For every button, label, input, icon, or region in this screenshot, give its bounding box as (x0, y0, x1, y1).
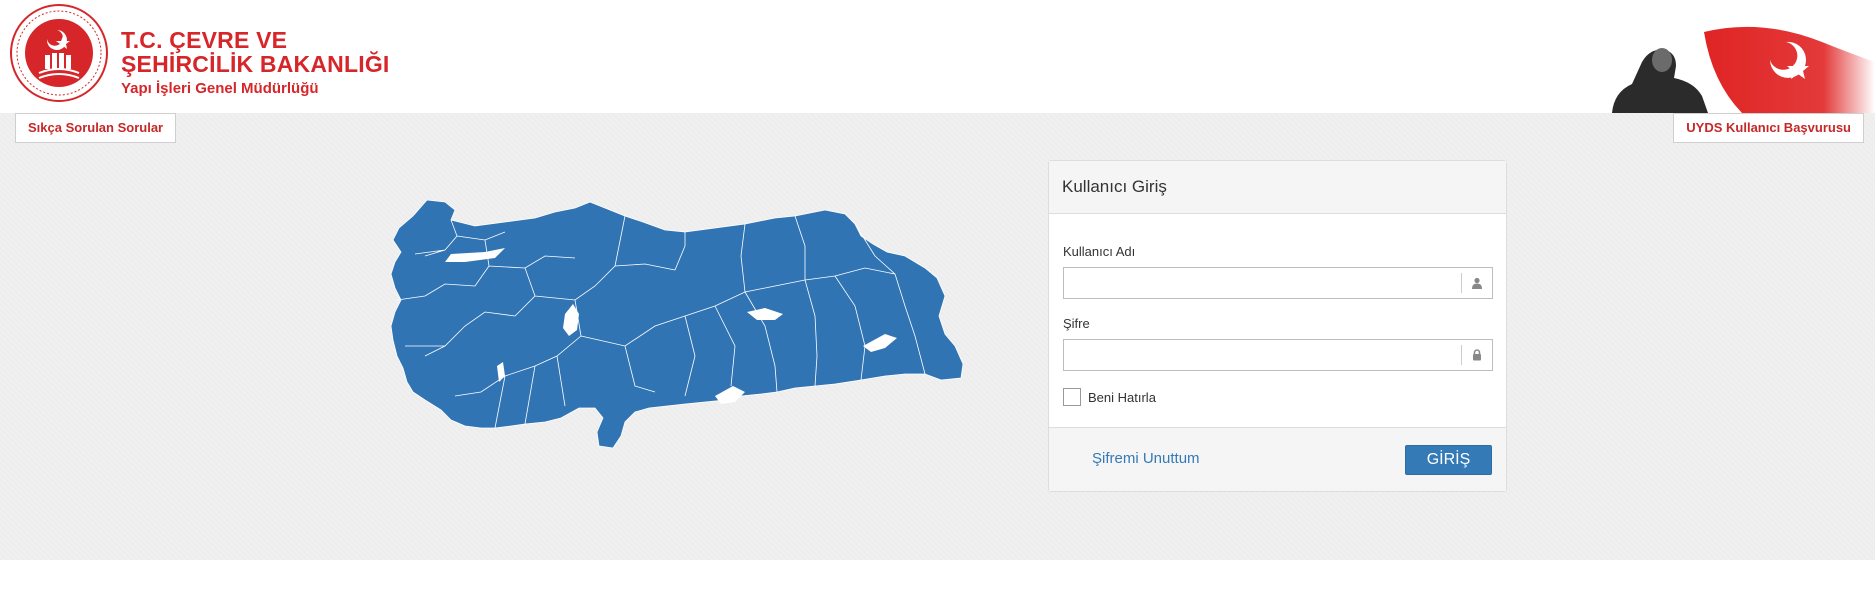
user-icon (1461, 273, 1492, 293)
remember-me[interactable]: Beni Hatırla (1063, 388, 1156, 406)
login-panel-title: Kullanıcı Giriş (1049, 161, 1506, 214)
remember-me-label: Beni Hatırla (1088, 389, 1156, 405)
login-button[interactable]: GİRİŞ (1405, 445, 1492, 475)
ministry-name-line1: T.C. ÇEVRE VE (121, 27, 288, 53)
username-input-group (1063, 267, 1493, 299)
login-panel: Kullanıcı Giriş Kullanıcı Adı Şifre Beni… (1048, 160, 1507, 492)
login-panel-footer: Şifremi Unuttum GİRİŞ (1049, 427, 1506, 491)
password-input[interactable] (1064, 340, 1462, 370)
flag-portrait-image (1612, 26, 1875, 113)
site-header: T.C. ÇEVRE VE ŞEHİRCİLİK BAKANLIĞI Yapı … (0, 0, 1875, 113)
faq-button[interactable]: Sıkça Sorulan Sorular (15, 113, 177, 143)
login-form: Kullanıcı Adı Şifre Beni Hatırla (1049, 214, 1506, 428)
username-label: Kullanıcı Adı (1063, 244, 1136, 259)
turkey-map (390, 199, 964, 449)
lock-icon (1461, 345, 1492, 365)
remember-me-checkbox[interactable] (1063, 388, 1081, 406)
forgot-password-link[interactable]: Şifremi Unuttum (1092, 450, 1200, 467)
password-label: Şifre (1063, 316, 1090, 331)
username-input[interactable] (1064, 268, 1462, 298)
user-application-button[interactable]: UYDS Kullanıcı Başvurusu (1673, 113, 1864, 143)
ministry-wordmark: T.C. ÇEVRE VE ŞEHİRCİLİK BAKANLIĞI Yapı … (121, 28, 390, 100)
ministry-name-line2: ŞEHİRCİLİK BAKANLIĞI (121, 51, 390, 77)
directorate-name: Yapı İşleri Genel Müdürlüğü (121, 80, 319, 97)
ministry-seal-logo (10, 4, 108, 102)
password-input-group (1063, 339, 1493, 371)
